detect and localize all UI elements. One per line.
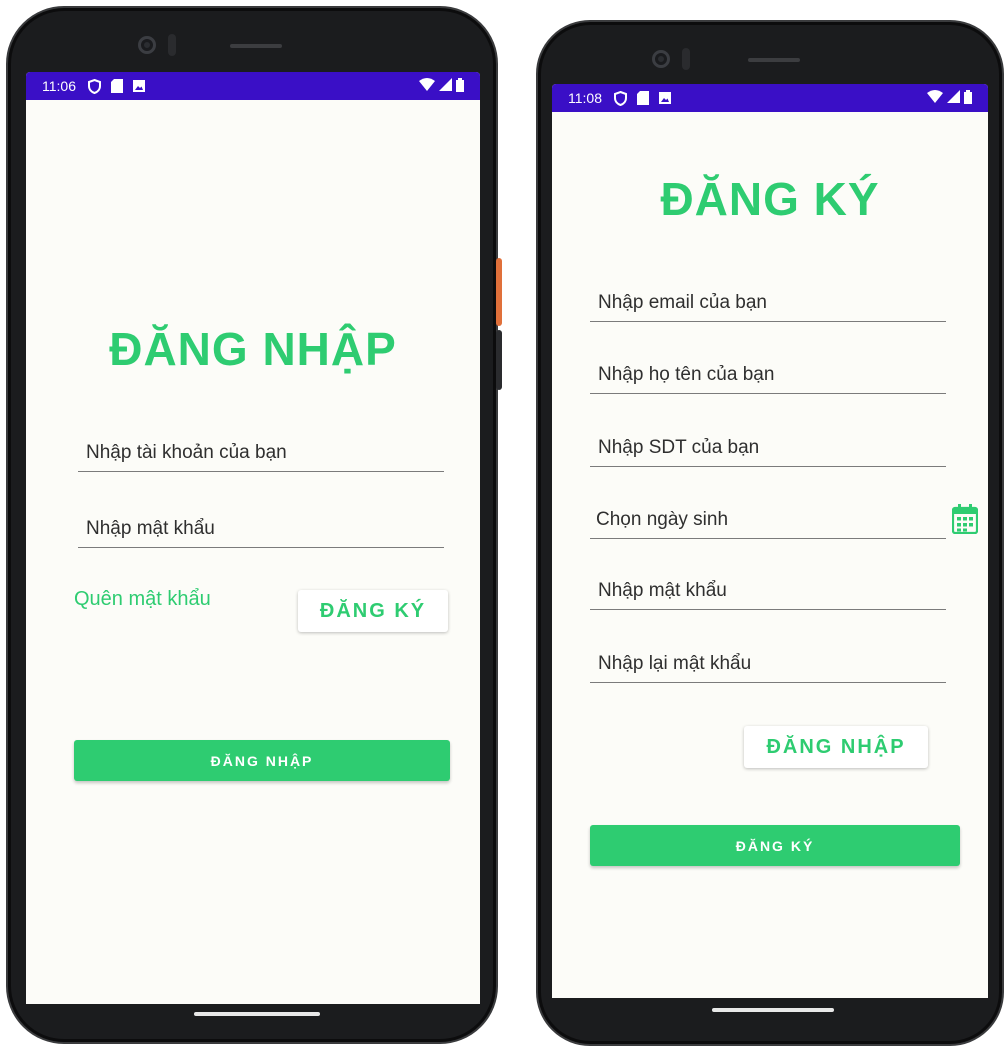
confirm-password-input[interactable]: Nhập lại mật khẩu [590,635,946,683]
status-right-group [927,89,972,107]
proximity-sensor [168,34,176,56]
earpiece-speaker [748,58,800,62]
status-time: 11:06 [42,78,76,94]
birthdate-input[interactable]: Chọn ngày sinh [590,491,946,539]
earpiece-speaker [230,44,282,48]
fullname-input[interactable]: Nhập họ tên của bạn [590,346,946,394]
sd-card-icon [637,91,649,105]
image-icon [133,80,145,92]
password-input[interactable]: Nhập mật khẩu [590,562,946,610]
register-button[interactable]: ĐĂNG KÝ [298,590,448,632]
birthdate-placeholder: Chọn ngày sinh [596,509,729,530]
username-placeholder: Nhập tài khoản của bạn [86,442,287,463]
phone-login: 11:06 ĐĂNG NHẬP Nhập tài khoản của bạn N… [6,6,498,1044]
battery-icon [964,89,972,107]
confirm-password-placeholder: Nhập lại mật khẩu [598,653,752,674]
status-bar: 11:06 [26,72,480,100]
email-input[interactable]: Nhập email của bạn [590,274,946,322]
page-title: ĐĂNG NHẬP [109,323,397,375]
login-button[interactable]: ĐĂNG NHẬP [74,740,450,781]
fullname-placeholder: Nhập họ tên của bạn [598,364,775,385]
shield-icon [614,90,627,106]
home-indicator[interactable] [712,1008,834,1012]
front-camera-icon [652,50,670,68]
calendar-icon[interactable] [951,504,979,535]
password-placeholder: Nhập mật khẩu [86,518,215,539]
email-placeholder: Nhập email của bạn [598,292,767,313]
password-placeholder: Nhập mật khẩu [598,580,727,601]
status-right-group [419,77,464,95]
power-button[interactable] [496,258,502,326]
wifi-icon [419,78,435,94]
login-button[interactable]: ĐĂNG NHẬP [744,726,928,768]
status-time: 11:08 [568,90,602,106]
sd-card-icon [111,79,123,93]
signal-icon [439,78,452,94]
page-title: ĐĂNG KÝ [660,173,880,225]
phone-register: 11:08 ĐĂNG KÝ Nhập email của bạn Nhập họ… [536,20,1004,1046]
username-input[interactable]: Nhập tài khoản của bạn [78,424,444,472]
status-bar: 11:08 [552,84,988,112]
register-button[interactable]: ĐĂNG KÝ [590,825,960,866]
image-icon [659,92,671,104]
signal-icon [947,90,960,106]
shield-icon [88,78,101,94]
phone-number-placeholder: Nhập SDT của bạn [598,437,760,458]
phone-number-input[interactable]: Nhập SDT của bạn [590,419,946,467]
password-input[interactable]: Nhập mật khẩu [78,500,444,548]
battery-icon [456,77,464,95]
wifi-icon [927,90,943,106]
register-screen: 11:08 ĐĂNG KÝ Nhập email của bạn Nhập họ… [552,84,988,998]
login-screen: 11:06 ĐĂNG NHẬP Nhập tài khoản của bạn N… [26,72,480,1004]
forgot-password-link[interactable]: Quên mật khẩu [74,588,211,611]
proximity-sensor [682,48,690,70]
volume-button[interactable] [496,330,502,390]
front-camera-icon [138,36,156,54]
home-indicator[interactable] [194,1012,320,1016]
